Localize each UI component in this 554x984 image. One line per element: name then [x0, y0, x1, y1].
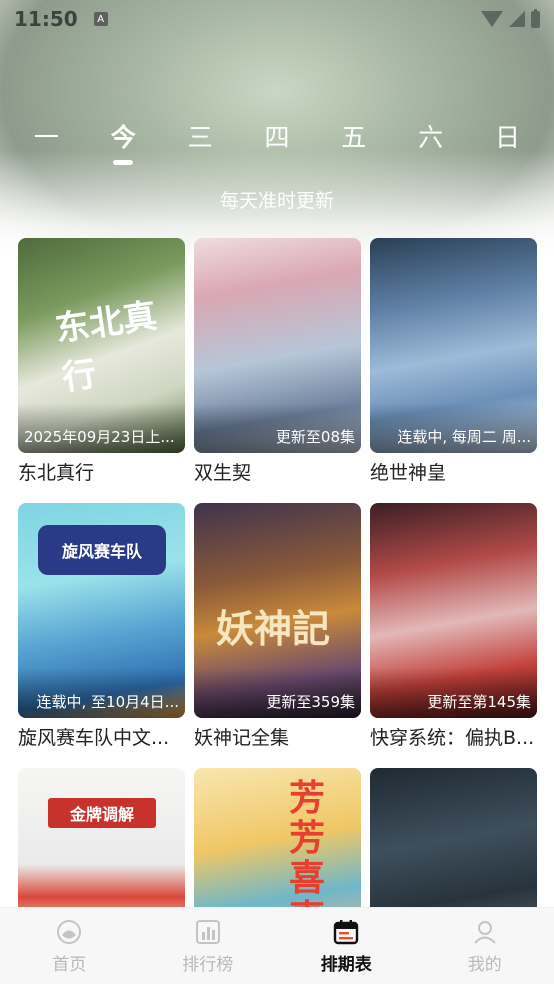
day-tab-fri[interactable]: 五 [324, 118, 384, 158]
day-indicator [113, 160, 134, 165]
day-tab-mon[interactable]: 一 [16, 118, 76, 158]
update-status: 连载中, 每周二 周... [397, 428, 531, 446]
day-tab-thu[interactable]: 四 [247, 118, 307, 158]
poster-logo: 旋风赛车队 [38, 525, 166, 575]
show-poster: 妖神記 更新至359集 [194, 503, 361, 718]
app-notification-icon: A [93, 12, 108, 26]
show-poster: 连载中, 每周二 周... [370, 238, 537, 453]
tab-schedule[interactable]: 排期表 [277, 908, 416, 984]
schedule-icon [334, 919, 359, 944]
tab-label: 排期表 [320, 954, 372, 975]
ranking-icon [195, 919, 220, 944]
tab-home[interactable]: 首页 [0, 908, 139, 984]
wifi-icon [481, 11, 503, 27]
poster-logo: 妖神記 [216, 606, 331, 651]
show-title: 旋风赛车队中文... [18, 727, 170, 749]
battery-icon [531, 8, 540, 28]
show-card[interactable]: 旋风赛车队 连载中, 至10月4日... 旋风赛车队中文... [18, 503, 185, 768]
update-status: 更新至第145集 [427, 693, 531, 711]
show-title: 快穿系统：偏执B... [370, 727, 535, 749]
tab-profile[interactable]: 我的 [416, 908, 554, 984]
day-tab-wed[interactable]: 三 [170, 118, 230, 158]
show-title: 妖神记全集 [194, 727, 290, 749]
day-tab-sun[interactable]: 日 [477, 118, 537, 158]
show-card[interactable]: 更新至第145集 快穿系统：偏执B... [370, 503, 537, 768]
tab-label: 我的 [467, 954, 502, 975]
status-icons [481, 8, 540, 28]
show-poster: 更新至08集 [194, 238, 361, 453]
show-card[interactable]: 东北真行 2025年09月23日上... 东北真行 [18, 238, 185, 503]
profile-icon [474, 920, 496, 944]
show-poster: 更新至第145集 [370, 503, 537, 718]
update-status: 连载中, 至10月4日... [36, 693, 179, 711]
show-card[interactable]: 连载中, 每周二 周... 绝世神皇 [370, 238, 537, 503]
bottom-tab-bar: 首页 排行榜 排期表 我的 [0, 907, 554, 984]
poster-logo: 金牌调解 [48, 798, 156, 828]
home-icon [57, 919, 82, 944]
status-time: 11:50 [14, 7, 78, 31]
tab-ranking[interactable]: 排行榜 [139, 908, 278, 984]
tab-label: 排行榜 [182, 954, 234, 975]
show-poster: 东北真行 2025年09月23日上... [18, 238, 185, 453]
weekday-tabs: 一 今 三 四 五 六 日 [0, 118, 554, 165]
day-tab-sat[interactable]: 六 [401, 118, 461, 158]
show-title: 东北真行 [18, 462, 95, 484]
show-title: 双生契 [194, 462, 252, 484]
schedule-subtitle: 每天准时更新 [219, 190, 334, 212]
show-grid: 东北真行 2025年09月23日上... 东北真行 更新至08集 双生契 连载中… [18, 238, 538, 984]
update-status: 更新至359集 [266, 693, 355, 711]
tab-label: 首页 [52, 954, 87, 975]
update-status: 更新至08集 [275, 428, 355, 446]
show-poster: 旋风赛车队 连载中, 至10月4日... [18, 503, 185, 718]
poster-logo: 东北真行 [52, 296, 160, 399]
signal-icon [509, 11, 525, 27]
show-title: 绝世神皇 [370, 462, 447, 484]
day-tab-today[interactable]: 今 [93, 118, 153, 165]
show-card[interactable]: 更新至08集 双生契 [194, 238, 361, 503]
status-bar: 11:50 A [0, 0, 554, 38]
show-card[interactable]: 妖神記 更新至359集 妖神记全集 [194, 503, 361, 768]
update-status: 2025年09月23日上... [24, 428, 175, 446]
